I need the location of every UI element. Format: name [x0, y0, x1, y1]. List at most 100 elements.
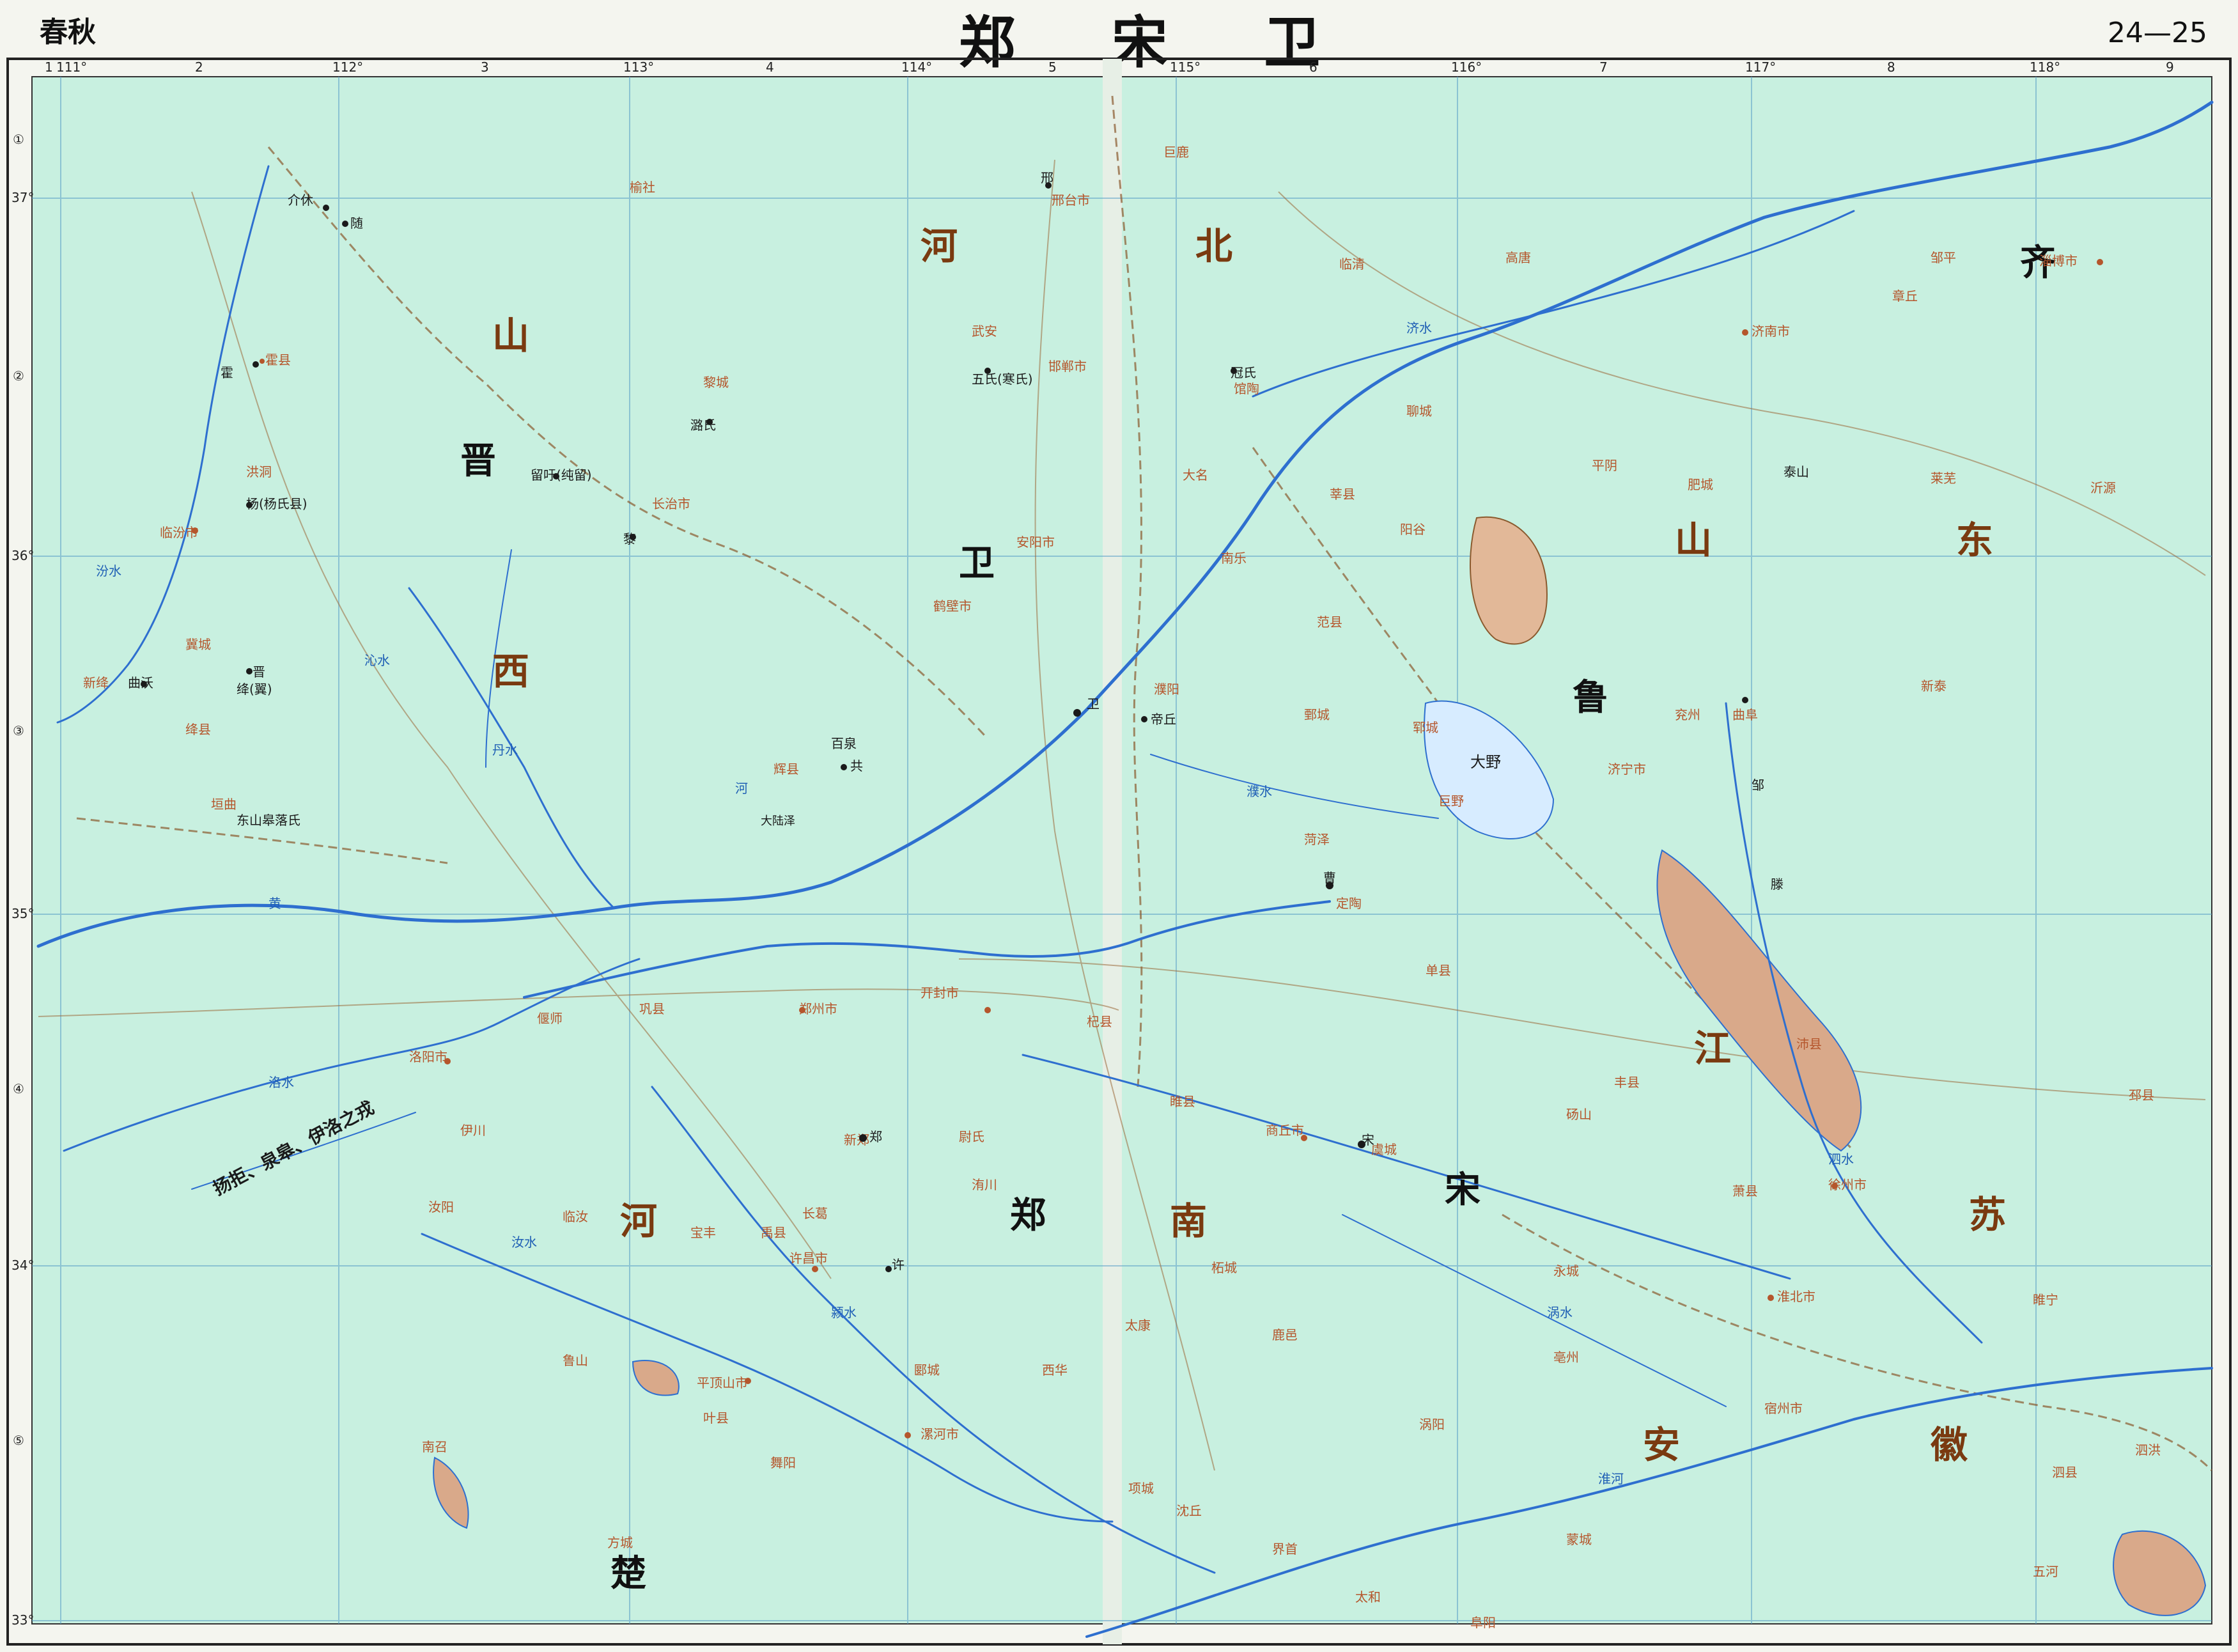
book-spine	[1103, 59, 1122, 1644]
city-hebi: 鹤壁市	[933, 598, 972, 614]
city-xingtai: 邢台市	[1052, 192, 1090, 208]
city-fangcheng: 方城	[607, 1535, 633, 1550]
city-jiexiu: 介休	[288, 192, 313, 208]
city-huixian: 辉县	[773, 761, 799, 777]
city-ruyang: 汝阳	[428, 1199, 454, 1215]
lat-34: 34°	[12, 1258, 34, 1273]
city-zhangqiu: 章丘	[1892, 288, 1918, 304]
city-yuncheng: 郓城	[1413, 720, 1438, 735]
lat-33: 33°	[12, 1612, 34, 1628]
region-jiang: 江	[1694, 1027, 1731, 1070]
city-wei: 卫	[1087, 696, 1100, 712]
river-label-fenshui: 汾水	[96, 563, 121, 579]
lat-36: 36°	[12, 548, 34, 563]
city-linru: 临汝	[563, 1209, 588, 1224]
state-wei: 卫	[959, 543, 995, 584]
city-yongcheng: 永城	[1553, 1263, 1579, 1279]
region-hui: 徽	[1930, 1423, 1968, 1467]
region-bei: 北	[1195, 224, 1232, 268]
city-liaocheng: 聊城	[1406, 403, 1432, 419]
city-luohe: 漯河市	[921, 1426, 959, 1442]
city-yexian: 叶县	[703, 1410, 729, 1426]
city-wuyang: 舞阳	[770, 1455, 796, 1470]
city-jin-capital: 晋	[253, 664, 265, 680]
city-bozhou: 亳州	[1553, 1350, 1579, 1365]
lat-37: 37°	[12, 190, 34, 205]
city-handan: 邯郸市	[1048, 359, 1087, 374]
city-xuzhou: 徐州市	[1828, 1177, 1867, 1192]
state-lu: 鲁	[1573, 677, 1608, 719]
historical-map[interactable]: 1 2 3 4 5 6 7 8 9 111° 112° 113° 114° 11…	[0, 0, 2238, 1652]
city-yancheng: 郾城	[914, 1362, 940, 1378]
river-label-danshui: 丹水	[492, 742, 518, 758]
city-changge: 长葛	[802, 1206, 828, 1221]
grid-row-labels: ① ② ③ ④ ⑤ 37° 36° 35° 34° 33°	[12, 132, 34, 1628]
annotation-daye: 大野	[1470, 753, 1501, 771]
region-xi: 西	[492, 650, 529, 693]
city-pixian: 邳县	[2129, 1087, 2154, 1103]
city-jining: 济宁市	[1608, 761, 1646, 777]
city-sui: 随	[350, 215, 363, 231]
lon-117: 117°	[1745, 59, 1776, 75]
river-label-rushui: 汝水	[511, 1235, 537, 1250]
city-nanle: 南乐	[1221, 550, 1247, 566]
city-shenqiu: 沈丘	[1176, 1503, 1202, 1518]
city-linfen: 临汾市	[160, 525, 198, 540]
city-juye: 巨野	[1438, 793, 1464, 809]
city-xu: 许	[892, 1257, 905, 1272]
city-baiquan: 百泉	[831, 736, 857, 751]
city-qixian: 杞县	[1087, 1014, 1112, 1029]
city-teng: 滕	[1771, 877, 1783, 892]
lon-113: 113°	[623, 59, 654, 75]
city-pingdingshan: 平顶山市	[697, 1375, 748, 1391]
city-zhengzhou: 郑州市	[799, 1001, 837, 1017]
city-nanzhao: 南召	[422, 1439, 447, 1454]
city-mengcheng: 蒙城	[1566, 1532, 1592, 1547]
city-shangqiu: 商丘市	[1266, 1123, 1304, 1138]
city-zheng: 郑	[869, 1129, 882, 1144]
annotation-dalu: 大陆泽	[761, 814, 795, 828]
city-yang: 杨(杨氏县)	[246, 496, 307, 511]
river-label-huaihe: 淮河	[1598, 1471, 1624, 1486]
river-label-yingshui: 颍水	[831, 1305, 857, 1320]
city-xihua: 西华	[1042, 1362, 1068, 1378]
lon-118: 118°	[2030, 59, 2060, 75]
river-label-jishui: 济水	[1406, 320, 1432, 336]
city-jinan: 济南市	[1752, 323, 1790, 339]
city-laiwu: 莱芜	[1931, 471, 1956, 486]
city-huoxian: 霍县	[265, 352, 291, 368]
city-yanshi: 偃师	[537, 1011, 563, 1026]
city-kaifeng: 开封市	[921, 985, 959, 1001]
city-yuxian: 禹县	[761, 1225, 786, 1240]
city-juancheng: 鄄城	[1304, 707, 1330, 722]
region-an: 安	[1643, 1423, 1680, 1467]
grid-row-3: ③	[13, 723, 24, 738]
region-he-south: 河	[620, 1199, 657, 1243]
city-guanshi: 冠氏	[1231, 365, 1256, 380]
city-yiyuan: 沂源	[2090, 480, 2116, 495]
city-zou: 邹	[1752, 777, 1764, 793]
region-nan: 南	[1170, 1199, 1207, 1243]
city-xintai: 新泰	[1921, 678, 1947, 694]
city-hongdong: 洪洞	[246, 464, 272, 479]
city-gong: 共	[850, 758, 863, 774]
city-heze: 菏泽	[1304, 832, 1330, 847]
city-yanzhou: 兖州	[1675, 707, 1700, 722]
city-gaotang: 高唐	[1505, 250, 1531, 265]
city-huaibei: 淮北市	[1777, 1289, 1815, 1304]
city-suining: 睢宁	[2033, 1292, 2058, 1307]
grid-col-8: 8	[1887, 59, 1895, 75]
city-li: 黎	[623, 531, 636, 547]
state-chu: 楚	[610, 1553, 646, 1594]
city-weichuan: 洧川	[972, 1177, 997, 1192]
lon-112: 112°	[332, 59, 363, 75]
city-gongxian: 巩县	[639, 1001, 665, 1017]
city-qufu: 曲阜	[1732, 707, 1758, 722]
city-suixian: 睢县	[1170, 1094, 1195, 1109]
city-zibo: 淄博市	[2039, 253, 2078, 269]
state-song: 宋	[1445, 1169, 1480, 1211]
city-guoyang: 涡阳	[1419, 1417, 1445, 1432]
city-sihong: 泗洪	[2135, 1442, 2161, 1458]
grid-col-5: 5	[1048, 59, 1057, 75]
city-pingyin: 平阴	[1592, 458, 1617, 473]
